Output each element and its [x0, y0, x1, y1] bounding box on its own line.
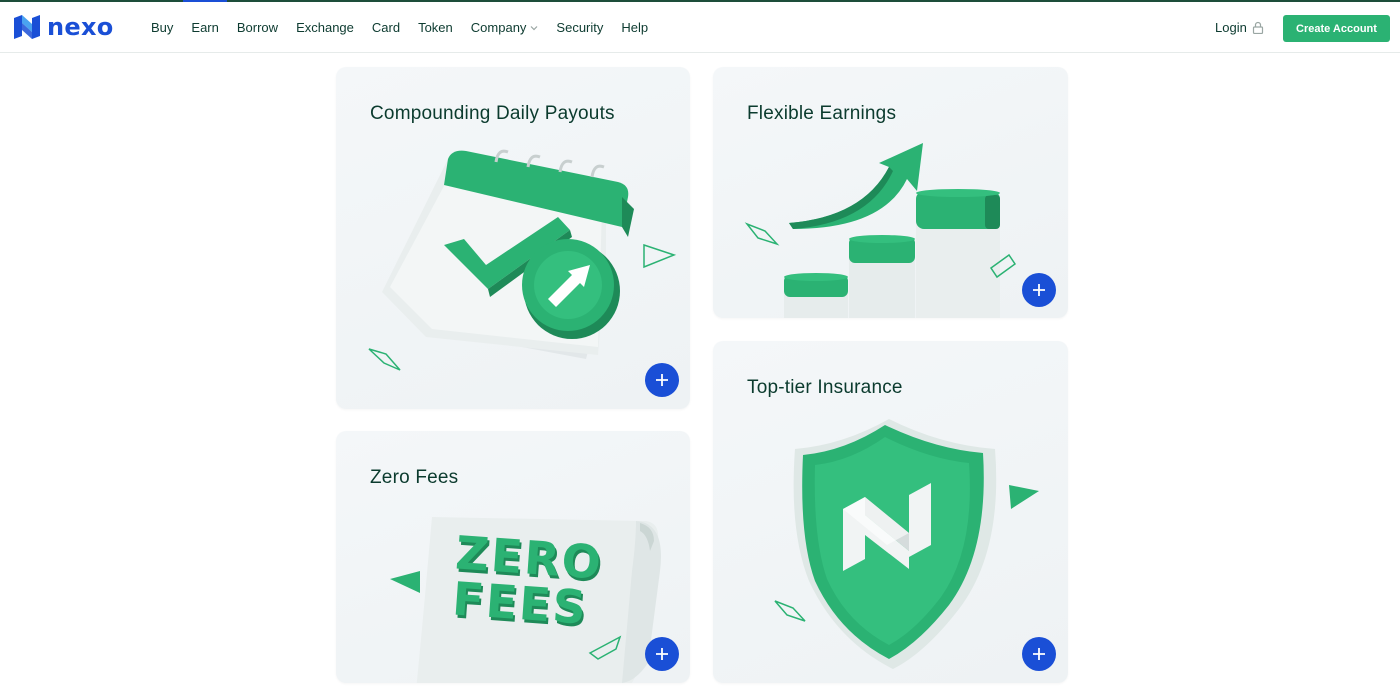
nav-item-help[interactable]: Help [612, 2, 657, 53]
nexo-logo-icon [14, 15, 40, 39]
nav-label: Token [418, 20, 453, 35]
shield-icon [774, 419, 1039, 669]
expand-button[interactable] [645, 637, 679, 671]
expand-button[interactable] [645, 363, 679, 397]
nav-label: Security [556, 20, 604, 35]
logo[interactable]: nexo [12, 13, 114, 41]
brand-name: nexo [47, 13, 114, 41]
plus-icon [656, 648, 668, 660]
calendar-check-arrow-icon [368, 149, 677, 371]
card-flexible-earnings[interactable]: Flexible Earnings [713, 67, 1068, 318]
nav-item-company[interactable]: Company [462, 2, 548, 53]
nav-label: Company [470, 20, 527, 35]
nav-label: Card [371, 20, 401, 35]
login-link[interactable]: Login [1215, 2, 1264, 53]
create-account-button[interactable]: Create Account [1283, 15, 1390, 42]
nav-item-token[interactable]: Token [409, 2, 462, 53]
card-zero-fees[interactable]: Zero Fees ZERO FEES [336, 431, 690, 683]
nav-label: Earn [191, 20, 219, 35]
nav-label: Exchange [296, 20, 354, 35]
plus-icon [1033, 648, 1045, 660]
nav-label: Borrow [236, 20, 279, 35]
nav-item-buy[interactable]: Buy [142, 2, 182, 53]
growth-bars-arrow-icon [744, 143, 1017, 318]
main-nav: Buy Earn Borrow Exchange Card Token Comp… [142, 0, 657, 53]
nav-item-card[interactable]: Card [363, 2, 409, 53]
site-header: nexo Buy Earn Borrow Exchange Card Token… [0, 0, 1400, 53]
zero-fees-art-text: ZERO FEES [451, 526, 617, 635]
nav-item-exchange[interactable]: Exchange [287, 2, 363, 53]
expand-button[interactable] [1022, 273, 1056, 307]
plus-icon [656, 374, 668, 386]
expand-button[interactable] [1022, 637, 1056, 671]
nav-item-borrow[interactable]: Borrow [228, 2, 287, 53]
card-compounding-daily-payouts[interactable]: Compounding Daily Payouts [336, 67, 690, 409]
plus-icon [1033, 284, 1045, 296]
nav-item-security[interactable]: Security [547, 2, 612, 53]
nav-label: Buy [151, 20, 174, 35]
nav-item-earn[interactable]: Earn [182, 0, 228, 53]
card-top-tier-insurance[interactable]: Top-tier Insurance [713, 341, 1068, 683]
chevron-down-icon [530, 25, 538, 30]
nav-label: Help [621, 20, 649, 35]
login-label: Login [1215, 20, 1247, 35]
lock-icon [1252, 21, 1263, 34]
